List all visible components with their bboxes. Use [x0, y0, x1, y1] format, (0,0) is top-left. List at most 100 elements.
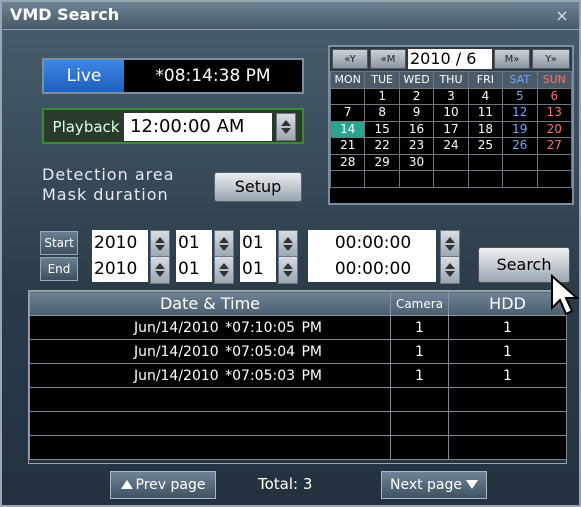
calendar-day-cell[interactable]: 21	[329, 137, 366, 155]
down-arrow-icon[interactable]	[219, 245, 229, 251]
calendar-day-cell[interactable]: 6	[536, 87, 573, 105]
end-time-spinner[interactable]	[440, 256, 460, 284]
down-arrow-icon[interactable]	[445, 271, 455, 277]
up-arrow-icon[interactable]	[155, 263, 165, 269]
start-month-spinner[interactable]	[214, 230, 234, 258]
up-arrow-icon[interactable]	[283, 237, 293, 243]
calendar-day-cell[interactable]: 12	[502, 104, 538, 122]
table-row[interactable]	[29, 387, 567, 412]
prev-year-button[interactable]: «Y	[332, 49, 368, 69]
calendar-day-cell[interactable]: 15	[364, 120, 400, 138]
prev-page-button[interactable]: Prev page	[110, 471, 216, 499]
calendar-day-cell[interactable]: 14	[329, 120, 366, 138]
close-icon[interactable]: ×	[551, 6, 573, 25]
calendar-day-cell[interactable]: 3	[433, 87, 469, 105]
row-datetime[interactable]: Jun/14/2010 *07:05:04 PM	[29, 339, 391, 364]
calendar-day-cell[interactable]: 20	[536, 120, 573, 138]
start-year-field[interactable]: 2010	[92, 230, 148, 256]
down-arrow-icon[interactable]	[155, 245, 165, 251]
down-arrow-icon[interactable]	[281, 128, 291, 134]
row-camera[interactable]: 1	[390, 339, 449, 364]
setup-button[interactable]: Setup	[214, 172, 302, 202]
row-hdd[interactable]	[448, 435, 567, 460]
calendar-day-cell[interactable]: 10	[433, 104, 469, 122]
calendar-day-cell[interactable]: 27	[536, 137, 573, 155]
start-day-field[interactable]: 01	[240, 230, 276, 256]
end-year-field[interactable]: 2010	[92, 256, 148, 282]
up-arrow-icon[interactable]	[283, 263, 293, 269]
up-arrow-icon[interactable]	[219, 237, 229, 243]
table-row[interactable]: Jun/14/2010 *07:05:03 PM 1 1	[29, 363, 567, 388]
end-month-spinner[interactable]	[214, 256, 234, 284]
start-day-spinner[interactable]	[278, 230, 298, 258]
table-row[interactable]: Jun/14/2010 *07:10:05 PM 1 1	[29, 315, 567, 340]
start-month-field[interactable]: 01	[176, 230, 212, 256]
calendar-day-cell[interactable]: 19	[502, 120, 538, 138]
playback-time-field[interactable]: 12:00:00 AM	[124, 113, 272, 141]
calendar-day-cell[interactable]: 4	[467, 87, 504, 105]
row-camera[interactable]	[390, 387, 449, 412]
live-button[interactable]: Live	[44, 60, 124, 92]
down-arrow-icon[interactable]	[283, 271, 293, 277]
row-hdd[interactable]: 1	[448, 339, 567, 364]
down-arrow-icon[interactable]	[155, 271, 165, 277]
prev-month-button[interactable]: «M	[370, 49, 406, 69]
table-row[interactable]	[29, 411, 567, 436]
calendar-day-cell[interactable]: 1	[364, 87, 400, 105]
calendar-day-cell[interactable]: 8	[364, 104, 400, 122]
start-year-spinner[interactable]	[150, 230, 170, 258]
row-datetime[interactable]: Jun/14/2010 *07:10:05 PM	[29, 315, 391, 340]
down-arrow-icon[interactable]	[219, 271, 229, 277]
row-camera[interactable]	[390, 435, 449, 460]
calendar-day-cell[interactable]: 22	[364, 137, 400, 155]
down-arrow-icon[interactable]	[445, 245, 455, 251]
row-hdd[interactable]: 1	[448, 315, 567, 340]
calendar-day-cell[interactable]: 26	[502, 137, 538, 155]
down-arrow-icon[interactable]	[283, 245, 293, 251]
end-day-spinner[interactable]	[278, 256, 298, 284]
calendar-day-cell[interactable]: 29	[364, 153, 400, 171]
up-arrow-icon[interactable]	[445, 263, 455, 269]
calendar-day-cell[interactable]: 28	[329, 153, 366, 171]
end-time-field[interactable]: 00:00:00	[308, 256, 436, 282]
end-day-field[interactable]: 01	[240, 256, 276, 282]
calendar-day-cell[interactable]: 18	[467, 120, 504, 138]
next-month-button[interactable]: M»	[494, 49, 530, 69]
calendar-day-cell[interactable]: 23	[398, 137, 435, 155]
calendar-day-cell[interactable]: 13	[536, 104, 573, 122]
up-arrow-icon[interactable]	[445, 237, 455, 243]
col-header-camera[interactable]: Camera	[390, 291, 449, 316]
row-datetime[interactable]	[29, 435, 391, 460]
calendar-day-cell[interactable]: 9	[398, 104, 435, 122]
calendar-day-cell[interactable]: 5	[502, 87, 538, 105]
calendar-day-cell[interactable]: 2	[398, 87, 435, 105]
table-row[interactable]: Jun/14/2010 *07:05:04 PM 1 1	[29, 339, 567, 364]
end-month-field[interactable]: 01	[176, 256, 212, 282]
start-time-spinner[interactable]	[440, 230, 460, 258]
start-time-field[interactable]: 00:00:00	[308, 230, 436, 256]
up-arrow-icon[interactable]	[219, 263, 229, 269]
next-year-button[interactable]: Y»	[532, 49, 570, 69]
next-page-button[interactable]: Next page	[381, 471, 487, 499]
calendar-day-cell[interactable]: 30	[398, 153, 435, 171]
calendar-day-cell[interactable]: 17	[433, 120, 469, 138]
row-datetime[interactable]	[29, 411, 391, 436]
row-camera[interactable]: 1	[390, 315, 449, 340]
table-row[interactable]	[29, 435, 567, 460]
row-hdd[interactable]: 1	[448, 363, 567, 388]
col-header-datetime[interactable]: Date & Time	[29, 291, 391, 316]
row-camera[interactable]: 1	[390, 363, 449, 388]
row-datetime[interactable]: Jun/14/2010 *07:05:03 PM	[29, 363, 391, 388]
playback-time-spinner[interactable]	[276, 113, 296, 141]
calendar-day-cell[interactable]: 11	[467, 104, 504, 122]
calendar-day-cell[interactable]: 16	[398, 120, 435, 138]
row-camera[interactable]	[390, 411, 449, 436]
end-year-spinner[interactable]	[150, 256, 170, 284]
calendar-day-cell[interactable]: 7	[329, 104, 366, 122]
calendar-day-cell[interactable]: 24	[433, 137, 469, 155]
col-header-hdd[interactable]: HDD	[448, 291, 567, 316]
row-hdd[interactable]	[448, 387, 567, 412]
row-datetime[interactable]	[29, 387, 391, 412]
row-hdd[interactable]	[448, 411, 567, 436]
up-arrow-icon[interactable]	[155, 237, 165, 243]
